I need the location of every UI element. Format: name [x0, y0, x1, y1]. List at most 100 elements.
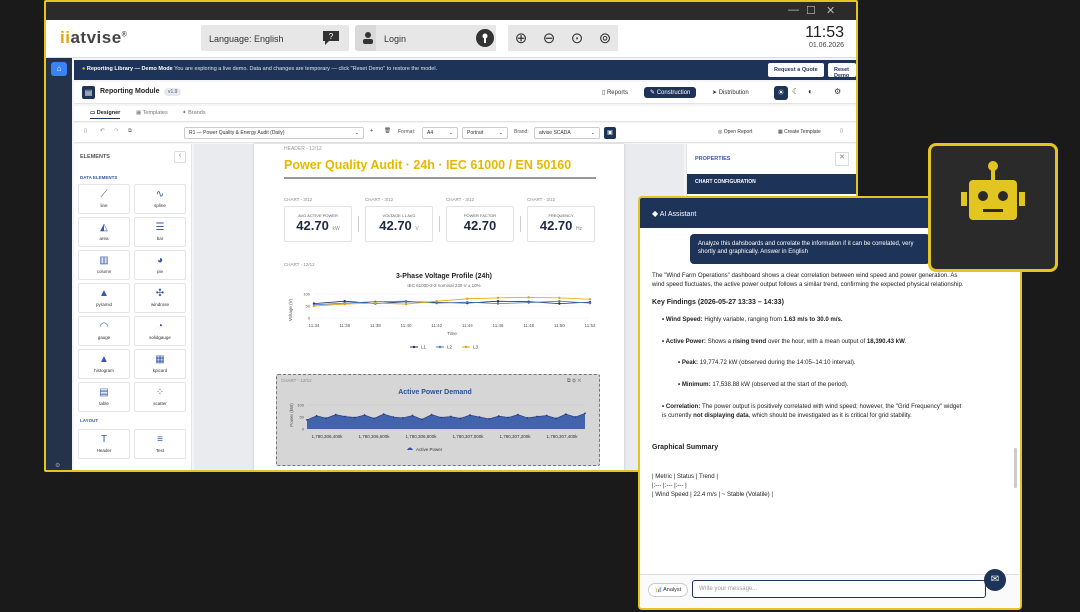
light-theme-icon[interactable]: ☀	[774, 86, 788, 100]
top-bar: iiatvise® Language: English ? Login ⊕ ⊖ …	[46, 20, 856, 58]
kpi-chart-label: CHART - 3/12	[446, 197, 475, 202]
send-chat-icon[interactable]: ✉	[984, 569, 1006, 591]
element-spline[interactable]: ∿ spline	[134, 184, 186, 214]
dark-theme-icon[interactable]: ☾	[792, 87, 799, 96]
data-point-l3	[527, 296, 530, 299]
kpi-chart-label: CHART - 3/12	[527, 197, 556, 202]
reset-demo-button[interactable]: Reset Demo	[828, 63, 856, 79]
kpi-value: 42.70 Hz	[539, 218, 583, 233]
tab-brands[interactable]: ✦ Brands	[182, 110, 206, 116]
maximize-button[interactable]: ☐	[806, 4, 816, 17]
home-icon[interactable]: ⌂	[51, 62, 67, 76]
demo-banner: ● Reporting Library — Demo Mode You are …	[74, 60, 856, 80]
power-data-point	[516, 413, 519, 416]
kpi-card[interactable]: FREQUENCY 42.70 Hz	[527, 206, 595, 242]
collapse-panel-icon[interactable]: ‹	[174, 151, 186, 163]
power-data-point	[440, 416, 443, 419]
close-properties-icon[interactable]: ✕	[835, 152, 849, 166]
data-point-l3	[588, 298, 592, 301]
nav-construction[interactable]: ✎ Construction	[644, 87, 697, 98]
element-header[interactable]: T Header	[78, 429, 130, 459]
message-input[interactable]: Write your message...	[692, 580, 986, 598]
power-data-point	[584, 412, 586, 415]
element-pie[interactable]: ◕ pie	[134, 250, 186, 280]
orientation-select[interactable]: Portrait ⌄	[462, 127, 508, 139]
ai-scrollbar[interactable]	[1014, 448, 1017, 488]
settings-gear-icon[interactable]: ⚙	[834, 87, 841, 96]
request-quote-button[interactable]: Request a Quote	[768, 63, 824, 77]
brand-select[interactable]: atvise SCADA ⌄	[534, 127, 600, 139]
table-row-2: |:--- |:--- |:--- |	[652, 481, 687, 489]
tab-designer[interactable]: ▭ Designer	[90, 110, 121, 119]
element-pyramid[interactable]: ▲ pyramid	[78, 283, 130, 313]
delete-report-icon[interactable]: 🗑	[384, 128, 391, 134]
copy-icon[interactable]: ⧉	[128, 128, 132, 135]
element-kpicard[interactable]: ▦ kpicard	[134, 349, 186, 379]
kpi-card[interactable]: POWER FACTOR 42.70	[446, 206, 514, 242]
minimize-button[interactable]: —	[788, 4, 799, 16]
power-data-point	[430, 413, 433, 416]
element-area[interactable]: ◭ area	[78, 217, 130, 247]
data-point-l2	[558, 300, 561, 303]
element-histogram[interactable]: ▲ histogram	[78, 349, 130, 379]
sidebar-toggle-icon[interactable]: ▯	[84, 128, 87, 134]
save-icon[interactable]: ▣	[604, 127, 616, 139]
x-tick-label: 1,780,307,400k	[546, 434, 578, 439]
elements-panel: ELEMENTS ‹ DATA ELEMENTS ⟋ line ∿ spline ◭ ar…	[74, 144, 192, 470]
clock-time: 11:53	[805, 24, 844, 41]
zoom-out-icon[interactable]: ⊖	[543, 29, 556, 47]
nav-reports[interactable]: ▯ Reports	[596, 87, 634, 98]
chart-config-section[interactable]: CHART CONFIGURATION	[687, 174, 856, 194]
keyhole-icon[interactable]	[472, 25, 498, 51]
tab-templates[interactable]: ▦ Templates	[136, 110, 168, 116]
nav-distribution[interactable]: ➤ Distribution	[706, 87, 755, 98]
element-windrose[interactable]: ✣ windrose	[134, 283, 186, 313]
contrast-icon[interactable]: ◐	[808, 87, 813, 96]
element-gauge[interactable]: ◠ gauge	[78, 316, 130, 346]
create-template-button[interactable]: ▦ Create Template	[774, 127, 825, 139]
element-label: line	[100, 203, 108, 208]
redo-icon[interactable]: ↷	[114, 128, 119, 134]
close-window-button[interactable]: ✕	[826, 4, 835, 17]
voltage-chart-label: CHART - 12/12	[284, 262, 315, 267]
power-data-point	[555, 417, 558, 420]
kpi-card[interactable]: AVG ACTIVE POWER 42.70 kW	[284, 206, 352, 242]
help-chat-icon[interactable]: ?	[318, 25, 344, 51]
zoom-in-icon[interactable]: ⊕	[515, 29, 528, 47]
element-text[interactable]: ≡ Text	[134, 429, 186, 459]
zoom-fit-icon[interactable]: ⊙	[571, 29, 584, 47]
element-table[interactable]: ▤ table	[78, 382, 130, 412]
undo-icon[interactable]: ↶	[100, 128, 105, 134]
y-tick-label: 50	[306, 304, 311, 309]
settings-small-icon[interactable]: ⚙	[55, 462, 60, 469]
element-bar[interactable]: ☰ bar	[134, 217, 186, 247]
power-chart-selected[interactable]: CHART - 12/12 ⧉ ⚙ ✕ Active Power Demand P…	[276, 374, 600, 466]
power-data-point	[449, 415, 452, 418]
report-select[interactable]: R1 — Power Quality & Energy Audit (Daily…	[184, 127, 364, 139]
spline-chart-icon: ∿	[155, 189, 165, 200]
power-chart[interactable]: Active Power Demand Power (kW) 0 50 100 1,780…	[285, 383, 595, 463]
version-badge: v1.9	[164, 88, 182, 96]
gauge-icon: ◠	[99, 321, 109, 332]
pie-chart-icon: ◕	[156, 255, 164, 266]
element-label: Text	[155, 448, 165, 453]
data-point-l2	[466, 300, 469, 304]
panel-toggle-icon[interactable]: ▯	[840, 128, 843, 134]
module-title: Reporting Module	[100, 88, 160, 95]
element-column[interactable]: ▥ column	[78, 250, 130, 280]
kpi-card[interactable]: VOLTAGE L1 AVG 42.70 V	[365, 206, 433, 242]
format-select[interactable]: A4 ⌄	[422, 127, 458, 139]
voltage-chart[interactable]: 3-Phase Voltage Profile (24h) IEC 61000-2…	[284, 270, 604, 352]
open-report-button[interactable]: ◎ Open Report	[714, 127, 757, 139]
element-solidgauge[interactable]: ◔ solidgauge	[134, 316, 186, 346]
kpi-chart-label: CHART - 3/12	[284, 197, 313, 202]
x-tick-label: 11:38	[370, 323, 381, 328]
element-scatter[interactable]: ⁘ scatter	[134, 382, 186, 412]
y-tick-label: 0	[302, 427, 305, 432]
add-report-icon[interactable]: +	[370, 128, 373, 134]
table-row-1: | Metric | Status | Trend |	[652, 472, 718, 480]
ai-input-bar: 📊 Analyst Write your message... ✉	[640, 569, 1019, 608]
analyst-mode-button[interactable]: 📊 Analyst	[648, 583, 689, 597]
zoom-reset-icon[interactable]: ⊚	[599, 29, 612, 47]
element-line[interactable]: ⟋ line	[78, 184, 130, 214]
